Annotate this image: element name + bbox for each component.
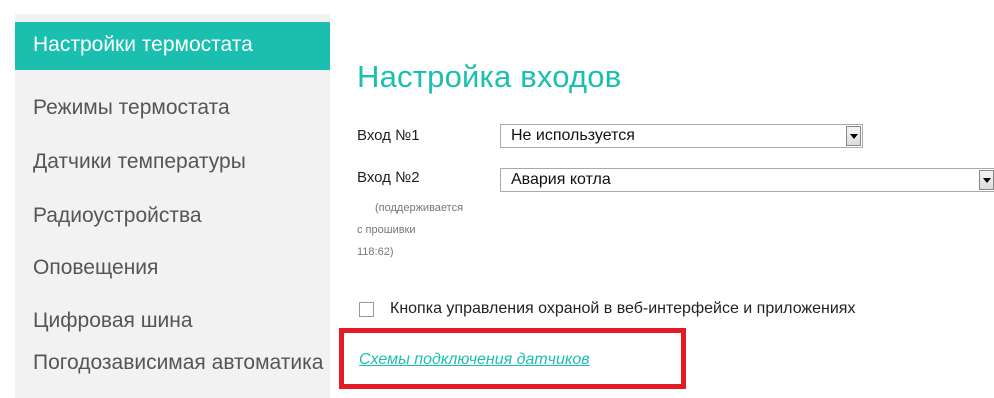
sensor-wiring-diagrams-link[interactable]: Схемы подключения датчиков — [359, 351, 590, 369]
sidebar: Настройки термостата Режимы термостата Д… — [15, 14, 330, 398]
sidebar-item-radio-devices[interactable]: Радиоустройства — [15, 193, 330, 239]
input-2-select[interactable]: Авария котла — [500, 168, 994, 192]
sidebar-item-temperature-sensors[interactable]: Датчики температуры — [15, 139, 330, 185]
firmware-note-line-3: 118:62) — [357, 246, 394, 258]
sidebar-item-thermostat-modes[interactable]: Режимы термостата — [15, 85, 330, 131]
firmware-note-line-1: (поддерживается — [375, 202, 464, 214]
chevron-down-icon[interactable] — [846, 126, 861, 146]
sidebar-item-thermostat-settings[interactable]: Настройки термостата — [15, 22, 330, 70]
firmware-note-line-2: с прошивки — [357, 224, 416, 236]
sidebar-item-weather-automation[interactable]: Погодозависимая автоматика — [15, 344, 330, 398]
security-button-checkbox-label[interactable]: Кнопка управления охраной в веб-интерфей… — [390, 300, 855, 318]
input-2-label: Вход №2 — [357, 169, 420, 186]
input-1-label: Вход №1 — [357, 127, 420, 144]
page-root: Настройки термостата Режимы термостата Д… — [0, 0, 994, 398]
input-1-select[interactable]: Не используется — [500, 124, 863, 148]
chevron-down-icon[interactable] — [979, 170, 994, 190]
input-2-value: Авария котла — [511, 171, 611, 188]
sidebar-item-notifications[interactable]: Оповещения — [15, 245, 330, 291]
sidebar-item-digital-bus[interactable]: Цифровая шина — [15, 298, 330, 344]
page-title: Настройка входов — [357, 59, 622, 94]
input-1-value: Не используется — [511, 127, 635, 144]
security-button-checkbox[interactable] — [359, 302, 374, 317]
